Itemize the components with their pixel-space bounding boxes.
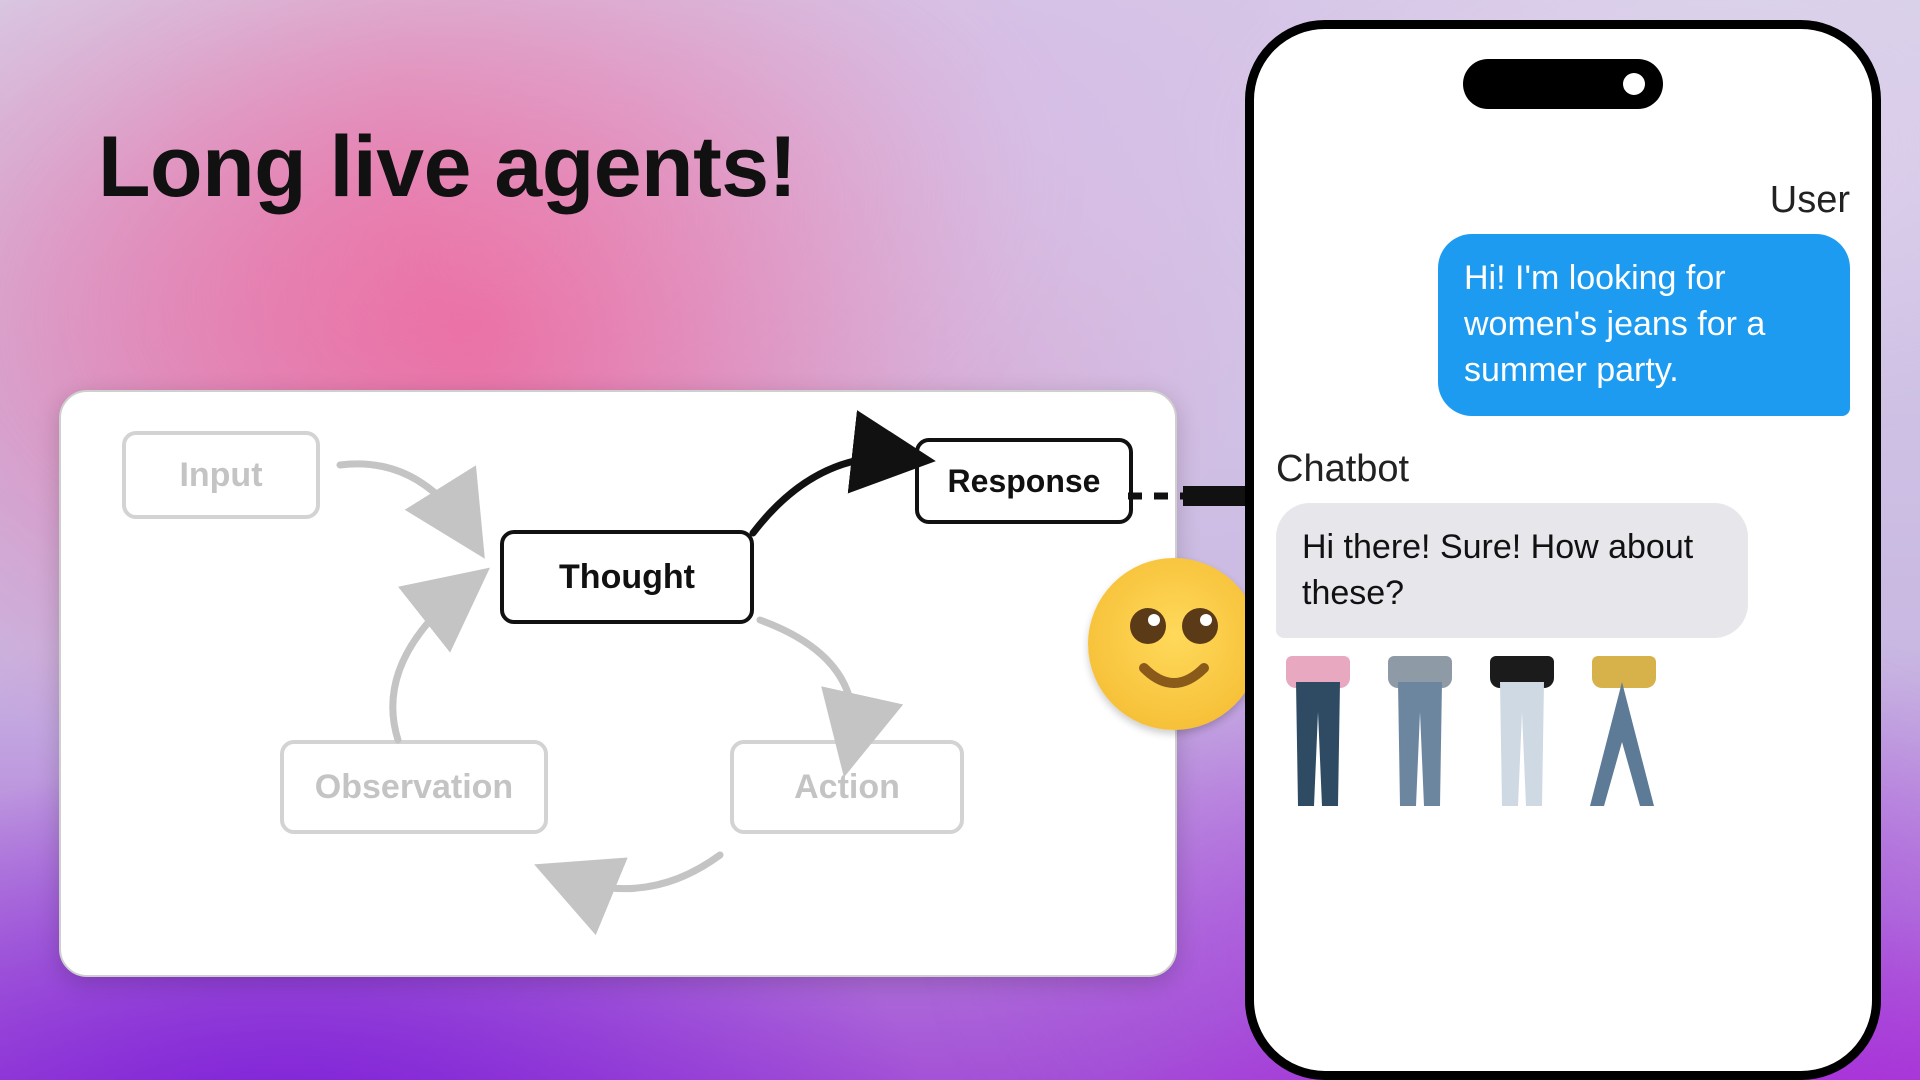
sender-label-bot: Chatbot — [1276, 448, 1409, 491]
jeans-icon — [1378, 682, 1462, 806]
arrow-input-to-thought — [330, 445, 490, 565]
node-label: Thought — [559, 558, 695, 597]
phone-mockup: User Hi! I'm looking for women's jeans f… — [1245, 20, 1881, 1080]
phone-notch — [1463, 59, 1663, 109]
node-label: Response — [948, 463, 1101, 500]
product-suggestions — [1276, 656, 1666, 806]
sender-label-user: User — [1770, 179, 1850, 222]
jeans-icon — [1480, 682, 1564, 806]
arrow-observation-to-thought — [358, 570, 508, 760]
chat-thread: User Hi! I'm looking for women's jeans f… — [1276, 179, 1850, 1031]
smiley-face-icon — [1088, 558, 1260, 730]
message-bubble-bot: Hi there! Sure! How about these? — [1276, 503, 1748, 639]
node-thought: Thought — [500, 530, 754, 624]
node-response: Response — [915, 438, 1133, 524]
arrow-action-to-observation — [545, 830, 735, 920]
slide-title: Long live agents! — [98, 118, 797, 217]
arrow-thought-to-response — [738, 438, 928, 548]
node-input: Input — [122, 431, 320, 519]
message-bubble-user: Hi! I'm looking for women's jeans for a … — [1438, 234, 1850, 416]
node-label: Observation — [315, 768, 513, 807]
node-label: Input — [179, 456, 262, 495]
product-thumbnail — [1378, 656, 1462, 806]
arrow-thought-to-action — [740, 600, 890, 770]
product-thumbnail — [1276, 656, 1360, 806]
jeans-icon — [1582, 682, 1666, 806]
product-thumbnail — [1480, 656, 1564, 806]
product-thumbnail — [1582, 656, 1666, 806]
jeans-icon — [1276, 682, 1360, 806]
node-label: Action — [794, 768, 900, 807]
